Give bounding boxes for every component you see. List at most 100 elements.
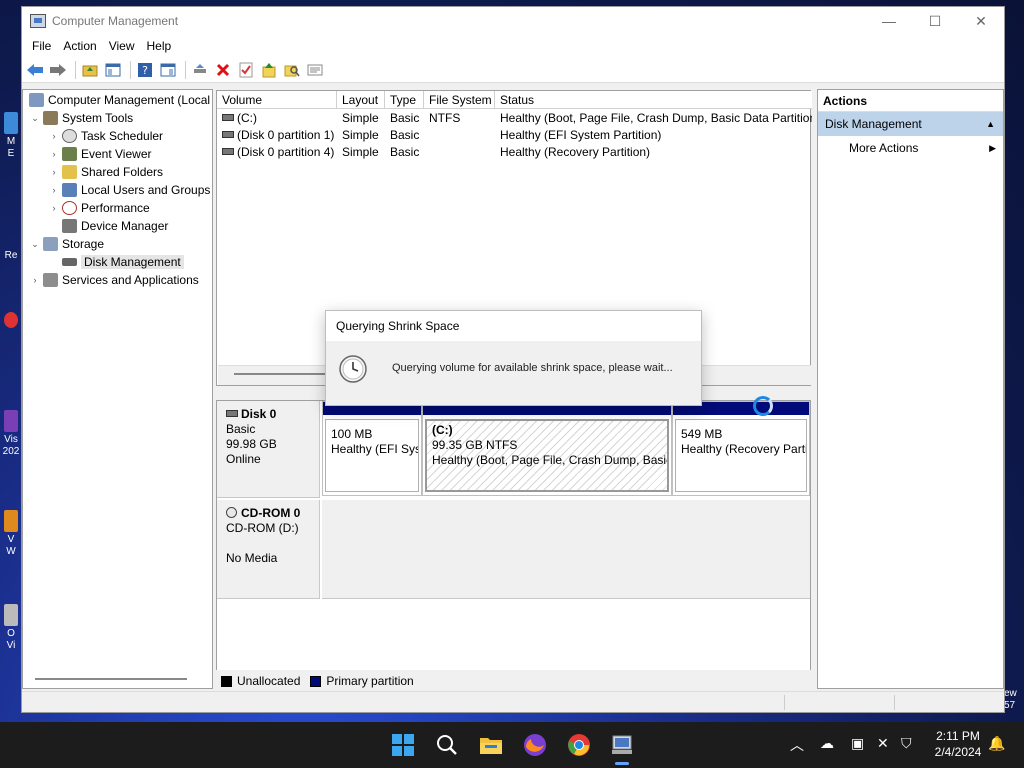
expand-chevron-icon[interactable]: ›	[48, 167, 60, 177]
tree-item-label: Services and Applications	[62, 273, 199, 287]
type-cell: Basic	[390, 145, 420, 159]
partition-efi[interactable]: 100 MB Healthy (EFI Sys	[322, 401, 422, 496]
security-shield-icon[interactable]: ⛉	[901, 735, 912, 752]
properties-button[interactable]	[236, 60, 256, 80]
maximize-button[interactable]: ☐	[912, 7, 958, 35]
clock-icon	[339, 355, 367, 383]
actions-section-label: Disk Management	[825, 117, 922, 131]
close-button[interactable]: ✕	[958, 7, 1004, 35]
column-header-type[interactable]: Type	[385, 91, 424, 109]
volume-cell: (C:)	[222, 110, 337, 127]
querying-shrink-space-dialog[interactable]: Querying Shrink Space Querying volume fo…	[325, 310, 702, 406]
disk-state: Online	[226, 452, 261, 466]
title-bar[interactable]: Computer Management — ☐ ✕	[22, 7, 1004, 35]
expand-chevron-icon[interactable]: ›	[29, 275, 41, 285]
desktop-icon[interactable]: VW	[2, 510, 20, 558]
partition-c[interactable]: (C:) 99.35 GB NTFS Healthy (Boot, Page F…	[422, 401, 672, 496]
tree-item-device-manager[interactable]: Device Manager	[48, 217, 168, 235]
tree-item-shared-folders[interactable]: › Shared Folders	[48, 163, 163, 181]
sound-muted-icon[interactable]: ✕	[877, 735, 889, 752]
tree-item-local-users-and-groups[interactable]: › Local Users and Groups	[48, 181, 210, 199]
back-button[interactable]	[25, 60, 45, 80]
clock-time: 2:11 PM	[936, 729, 980, 743]
tree-item-performance[interactable]: › Performance	[48, 199, 150, 217]
column-header-layout[interactable]: Layout	[337, 91, 385, 109]
expand-chevron-icon[interactable]: ›	[48, 149, 60, 159]
shared-folder-icon	[62, 165, 77, 179]
tree-item-event-viewer[interactable]: › Event Viewer	[48, 145, 151, 163]
tree-horizontal-scrollbar[interactable]	[35, 678, 187, 680]
collapse-triangle-icon[interactable]: ▲	[986, 112, 995, 136]
partition-recovery[interactable]: 549 MB Healthy (Recovery Parti	[672, 401, 810, 496]
layout-cell: Simple	[342, 111, 379, 125]
expand-chevron-icon[interactable]: ›	[48, 203, 60, 213]
tree-item-task-scheduler[interactable]: › Task Scheduler	[48, 127, 163, 145]
status-cell: Healthy (Recovery Partition)	[500, 145, 651, 159]
menu-action[interactable]: Action	[57, 39, 102, 53]
column-header-volume[interactable]: Volume	[217, 91, 337, 109]
show-hide-action-pane-button[interactable]	[158, 60, 178, 80]
up-folder-button[interactable]	[80, 60, 100, 80]
window-title: Computer Management	[52, 14, 179, 28]
partition-label: (C:)	[432, 423, 453, 437]
desktop-icon[interactable]: Re	[2, 250, 20, 262]
start-button[interactable]	[388, 730, 418, 760]
firefox-button[interactable]	[520, 730, 550, 760]
column-header-file-system[interactable]: File System	[424, 91, 495, 109]
export-button[interactable]	[259, 60, 279, 80]
more-actions-item[interactable]: More Actions ▶	[818, 136, 1003, 160]
unallocated-swatch	[221, 675, 232, 687]
forward-button[interactable]	[48, 60, 68, 80]
tree-item-label: Task Scheduler	[81, 129, 164, 143]
desktop-icon[interactable]: Vis 202	[2, 410, 20, 458]
partition-status: Healthy (EFI Sys	[331, 442, 419, 456]
desktop-icon[interactable]: ME	[2, 112, 20, 160]
tree-item-storage[interactable]: ⌄ Storage	[29, 235, 104, 253]
taskbar: ︿ ☁ ▣ ✕ ⛉ 2:11 PM 2/4/2024 🔔	[0, 722, 1024, 768]
cdrom-0-info[interactable]: CD-ROM 0 CD-ROM (D:) No Media	[217, 500, 320, 599]
collapse-chevron-icon[interactable]: ⌄	[29, 113, 41, 124]
expand-chevron-icon[interactable]: ›	[48, 185, 60, 195]
cloud-icon[interactable]: ☁	[820, 735, 834, 752]
storage-icon	[43, 237, 58, 251]
forward-arrow-icon	[50, 63, 66, 76]
desktop-icon[interactable]: O Vi	[2, 604, 20, 652]
back-arrow-icon	[27, 63, 43, 76]
search-button[interactable]	[432, 730, 462, 760]
help-button[interactable]: ?	[135, 60, 155, 80]
notification-bell-icon[interactable]: 🔔	[988, 735, 1005, 752]
show-hidden-icons-chevron-icon[interactable]: ︿	[790, 735, 804, 755]
collapse-chevron-icon[interactable]: ⌄	[29, 239, 41, 250]
menu-view[interactable]: View	[103, 39, 141, 53]
disk-0-info[interactable]: Disk 0 Basic 99.98 GB Online	[217, 401, 320, 498]
list-options-icon	[307, 64, 323, 75]
tree-item-computer-management[interactable]: Computer Management (Local	[23, 91, 210, 109]
taskbar-clock[interactable]: 2:11 PM 2/4/2024	[930, 728, 986, 760]
event-viewer-icon	[62, 147, 77, 161]
firefox-icon	[524, 734, 546, 756]
show-hide-console-tree-button[interactable]	[103, 60, 123, 80]
toolbar-separator	[75, 60, 76, 79]
connect-button[interactable]	[190, 60, 210, 80]
expand-chevron-icon[interactable]: ›	[48, 131, 60, 141]
search-button[interactable]	[282, 60, 302, 80]
menu-file[interactable]: File	[26, 39, 57, 53]
delete-button[interactable]	[213, 60, 233, 80]
more-options-button[interactable]	[305, 60, 325, 80]
computer-management-taskbar-button[interactable]	[607, 730, 637, 765]
tree-item-services-and-applications[interactable]: › Services and Applications	[29, 271, 199, 289]
tree-item-system-tools[interactable]: ⌄ System Tools	[29, 109, 133, 127]
partition-size: 549 MB	[681, 427, 723, 441]
menu-help[interactable]: Help	[141, 39, 178, 53]
file-explorer-button[interactable]	[476, 730, 506, 760]
column-header-status[interactable]: Status	[495, 91, 812, 109]
tree-item-disk-management[interactable]: Disk Management	[48, 253, 184, 271]
minimize-button[interactable]: —	[866, 7, 912, 35]
svg-text:?: ?	[142, 64, 148, 77]
disk-management-icon	[62, 258, 77, 266]
monitor-icon[interactable]: ▣	[851, 735, 864, 752]
desktop-text-fragment: ew 57	[1004, 688, 1017, 711]
actions-section-disk-management[interactable]: Disk Management ▲	[818, 112, 1003, 136]
chrome-button[interactable]	[564, 730, 594, 760]
desktop-icon[interactable]	[2, 312, 20, 330]
